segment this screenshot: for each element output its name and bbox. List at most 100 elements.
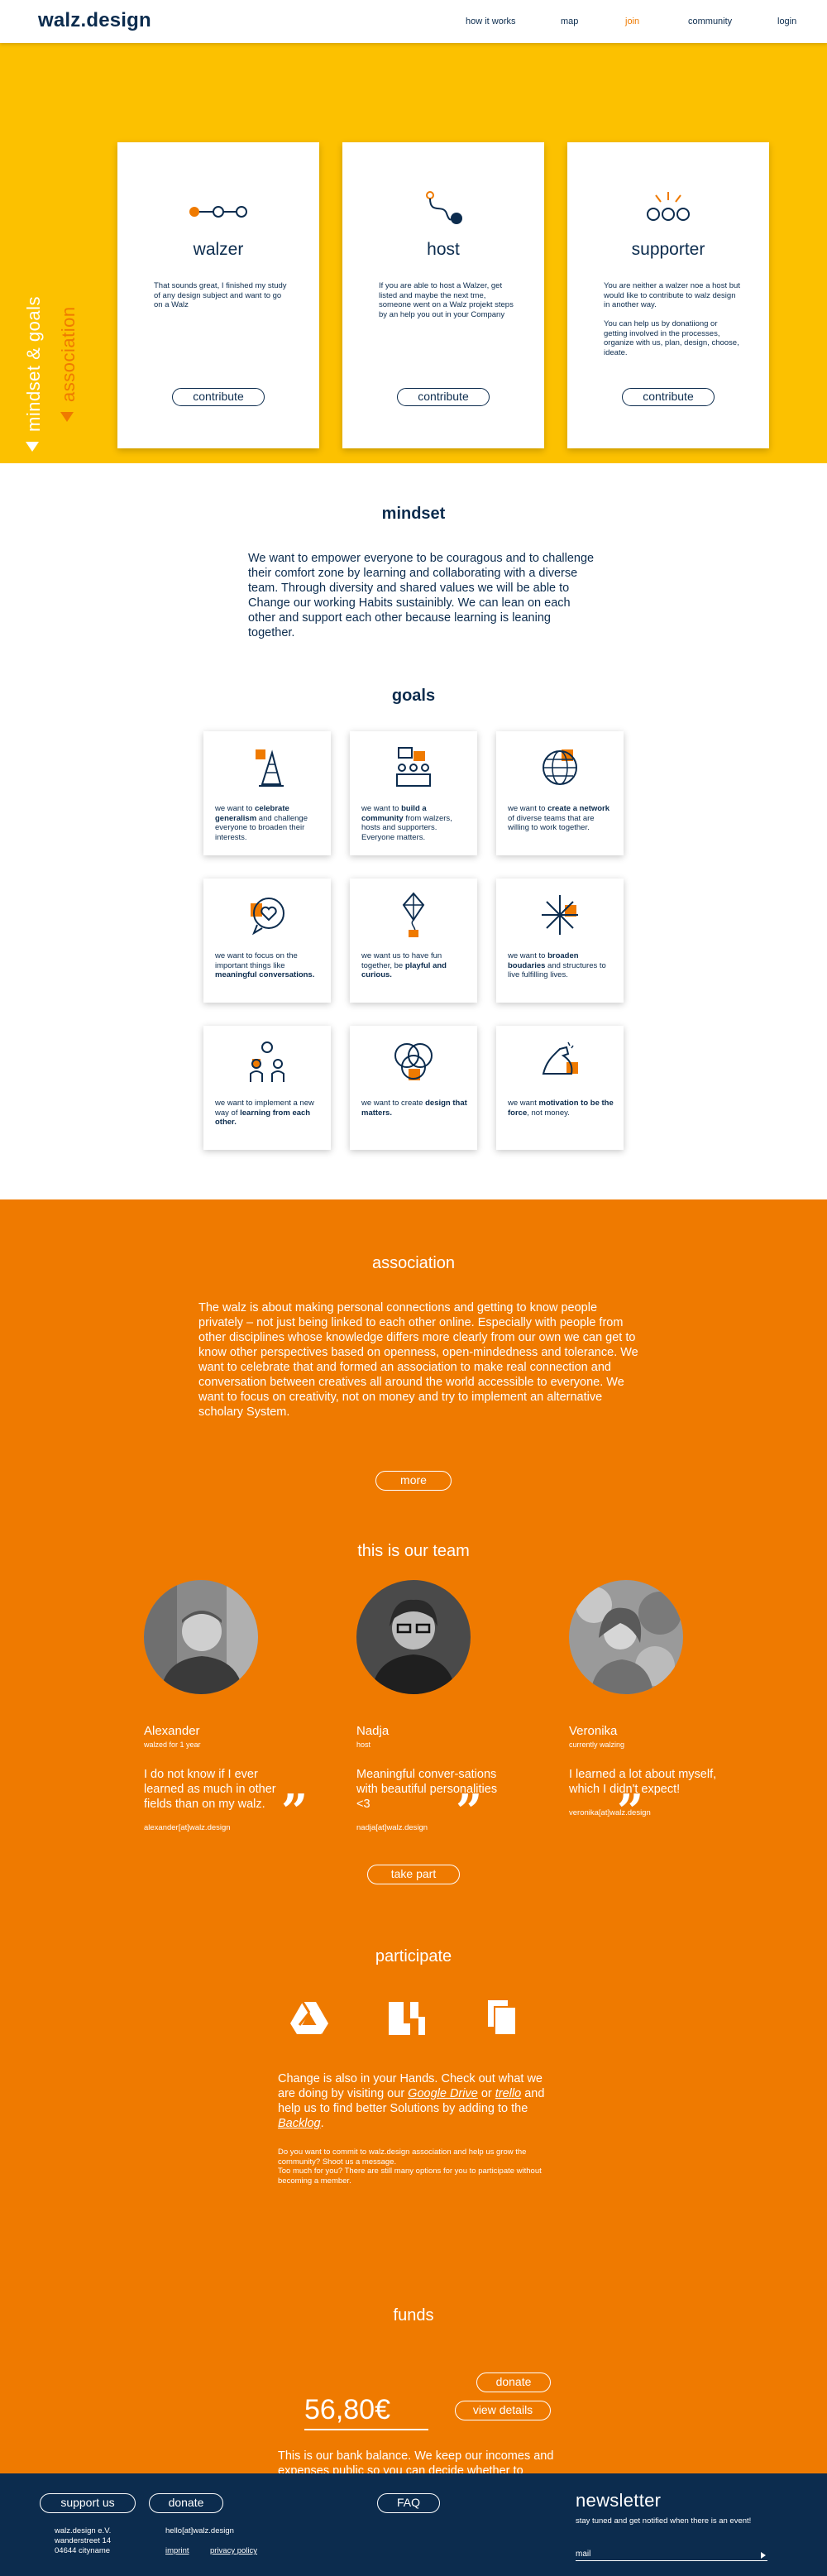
association-title: association [371,1254,456,1272]
join-hero: mindset & goals association walzer That … [0,43,827,463]
community-chat-icon [350,743,477,792]
quote-mark-icon: ” [281,1784,308,1839]
goal-text: we want to implement a new way of learni… [215,1099,314,1127]
expand-arrows-icon [496,890,624,940]
arrow-down-icon[interactable] [26,442,39,452]
logo[interactable]: walz.design [38,9,151,32]
donate-button[interactable]: donate [476,2373,551,2392]
nav-login[interactable]: login [777,17,796,26]
newsletter-subtitle: stay tuned and get notified when there i… [576,2516,752,2526]
heart-bubble-icon [203,890,331,940]
participate-title: participate [375,1947,452,1966]
more-button[interactable]: more [375,1471,452,1491]
quote-mark-icon: ” [456,1784,483,1839]
goal-text: we want to broaden boudaries and structu… [508,951,606,979]
circles-rays-icon [567,187,769,228]
goal-card: we want to build a community from walzer… [350,731,477,855]
contribute-button[interactable]: contribute [397,388,490,406]
mindset-text: We want to empower everyone to be courag… [248,552,595,639]
trello-link[interactable]: trello [495,2087,521,2100]
goal-text: we want to celebrate generalism and chal… [215,804,308,842]
avatar [356,1580,471,1694]
goal-card: we want to implement a new way of learni… [203,1026,331,1150]
participate-note: Do you want to commit to walz.design ass… [278,2147,542,2186]
address: walz.design e.V. wanderstreet 14 04644 c… [55,2526,112,2555]
site-footer: support us donate FAQ walz.design e.V. w… [0,2473,827,2576]
backlog-link[interactable]: Backlog [278,2117,321,2130]
imprint-link[interactable]: imprint [165,2546,189,2556]
member-role: currently walzing [569,1740,625,1749]
participate-text: Change is also in your Hands. Check out … [278,2072,545,2130]
kite-icon [350,890,477,940]
funds-title: funds [393,2306,434,2325]
google-drive-link[interactable]: Google Drive [408,2087,478,2100]
member-name: Nadja [356,1724,390,1738]
team-title: this is our team [357,1542,470,1560]
divider [304,2429,428,2430]
role-card-supporter: supporter You are neither a walzer noe a… [567,142,769,448]
side-navigation: mindset & goals association [23,296,89,481]
backlog-icon[interactable] [486,1999,518,2041]
card-title: walzer [193,240,244,259]
member-role: host [356,1740,371,1749]
submit-arrow-icon[interactable] [761,2552,766,2559]
venn-design-icon [350,1037,477,1087]
contribute-button[interactable]: contribute [622,388,715,406]
goal-text: we want to create a network of diverse t… [508,804,610,832]
nav-join[interactable]: join [625,17,639,26]
party-hat-icon [203,743,331,792]
card-text: You are neither a walzer noe a host but … [604,281,740,357]
view-details-button[interactable]: view details [455,2401,551,2420]
footer-donate-button[interactable]: donate [149,2493,223,2513]
goal-card: we want to create a network of diverse t… [496,731,624,855]
goal-card: we want to broaden boudaries and structu… [496,879,624,1003]
member-email[interactable]: nadja[at]walz.design [356,1823,522,1832]
site-header: walz.design how it works map join commun… [0,0,827,43]
team-member-alexander: Alexander walzed for 1 year I do not kno… [144,1580,309,1839]
path-dots-icon [117,187,319,228]
goal-text: we want to focus on the important things… [215,951,315,979]
nav-how-it-works[interactable]: how it works [466,17,516,26]
contact-email[interactable]: hello[at]walz.design [165,2526,234,2536]
member-role: walzed for 1 year [144,1740,201,1749]
member-quote: Meaningful conver-sations with beautiful… [356,1768,498,1839]
member-quote: I learned a lot about myself, which I di… [569,1768,717,1839]
avatar [569,1580,683,1694]
team-member-veronika: Veronika currently walzing I learned a l… [569,1580,734,1839]
muscle-arm-icon [496,1037,624,1087]
member-email[interactable]: veronika[at]walz.design [569,1808,734,1817]
team-member-nadja: Nadja host Meaningful conver-sations wit… [356,1580,522,1839]
goal-card: we want to create design that matters. [350,1026,477,1150]
learning-people-icon [203,1037,331,1087]
member-name: Alexander [144,1724,200,1738]
google-drive-icon[interactable] [289,2000,329,2039]
newsletter-title: newsletter [576,2490,662,2511]
goal-text: we want to build a community from walzer… [361,804,452,842]
globe-network-icon [496,743,624,792]
member-quote: I do not know if I ever learned as much … [144,1768,308,1839]
faq-button[interactable]: FAQ [377,2493,440,2513]
newsletter-email-input[interactable] [576,2548,767,2561]
support-us-button[interactable]: support us [40,2493,136,2513]
side-label-mindset-goals[interactable]: mindset & goals [23,296,45,432]
member-name: Veronika [569,1724,618,1738]
goal-card: we want motivation to be the force, not … [496,1026,624,1150]
bank-balance: 56,80€ [304,2394,390,2425]
mindset-title: mindset [381,505,446,523]
nav-map[interactable]: map [561,17,578,26]
goal-card: we want to celebrate generalism and chal… [203,731,331,855]
trello-icon[interactable] [389,2002,425,2039]
nav-community[interactable]: community [688,17,732,26]
card-title: supporter [631,240,705,259]
avatar [144,1580,258,1694]
goal-text: we want to create design that matters. [361,1099,467,1118]
card-text: If you are able to host a Walzer, get li… [379,281,514,319]
take-part-button[interactable]: take part [367,1865,460,1884]
winding-path-icon [342,187,544,228]
side-label-association[interactable]: association [58,306,79,402]
contribute-button[interactable]: contribute [172,388,265,406]
role-card-host: host If you are able to host a Walzer, g… [342,142,544,448]
association-section: association The walz is about making per… [0,1199,827,2492]
arrow-down-icon[interactable] [60,412,74,422]
privacy-policy-link[interactable]: privacy policy [210,2546,257,2556]
